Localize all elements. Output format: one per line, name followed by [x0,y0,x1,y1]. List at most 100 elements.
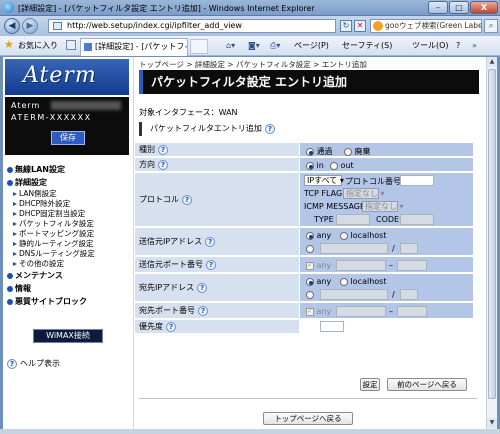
help-icon[interactable]: ? [198,305,208,316]
icmp-code-input[interactable] [400,214,434,225]
dst-port-any-checkbox[interactable]: any [306,307,331,316]
priority-input[interactable] [320,321,344,332]
radio-selected-icon[interactable] [306,161,314,170]
safety-menu[interactable]: セーフティ(S) [342,40,392,52]
src-ip-mask-input[interactable] [400,243,418,254]
scroll-down-icon[interactable]: ▼ [487,418,497,428]
help-display[interactable]: ? ヘルプ表示 [7,358,60,369]
dash: – [389,307,393,316]
radio-icon[interactable] [340,231,348,240]
help-icon[interactable]: ? [206,259,216,270]
icmp-message-select[interactable]: 指定なし ▾ [362,201,404,212]
menu-item[interactable]: メンテナンス [7,270,131,282]
radio-icon[interactable] [306,290,314,299]
dst-ip-localhost-radio[interactable]: localhost [340,277,386,286]
tools-menu[interactable]: ツール(O) [412,40,449,52]
direction-in-radio[interactable]: in [306,161,324,170]
help-icon[interactable]: ? [197,282,208,293]
stop-icon[interactable]: ✕ [354,20,366,32]
src-port-end-input[interactable] [397,260,427,271]
help-icon[interactable]: ? [182,194,192,205]
menu-item-label: パケットフィルタ設定 [19,219,94,228]
quick-tabs-icon[interactable] [66,40,76,50]
icmp-type-input[interactable] [336,214,370,225]
radio-selected-icon[interactable] [306,147,314,156]
menu-subitem[interactable]: パケットフィルタ設定 [7,219,131,229]
menu-subitem[interactable]: 静的ルーティング設定 [7,239,131,249]
home-icon[interactable]: ⌂▾ [226,40,235,52]
close-button[interactable]: X [470,1,498,14]
back-page-button[interactable]: 前のページへ戻る [387,378,467,391]
save-button[interactable]: 保存 [51,131,85,145]
new-tab-button[interactable] [190,39,208,54]
favorites-star-icon[interactable]: ★ [4,39,16,51]
radio-icon[interactable] [306,244,314,253]
menu-item[interactable]: 情報 [7,283,131,295]
dst-ip-mask-input[interactable] [400,289,418,300]
dst-port-start-input[interactable] [336,306,386,317]
tcp-flag-select[interactable]: 指定なし ▾ [343,188,385,199]
help-icon[interactable]: ? [205,236,216,247]
wimax-connect-button[interactable]: WiMAX接続 [33,329,103,343]
dst-port-end-input[interactable] [397,306,427,317]
radio-icon[interactable] [330,161,338,170]
top-page-button[interactable]: トップページへ戻る [263,412,353,425]
help-icon[interactable]: ? [158,144,168,155]
menu-subitem[interactable]: LAN側設定 [7,189,131,199]
refresh-icon[interactable]: ↻ [340,20,352,32]
dst-ip-input[interactable] [320,289,388,300]
print-icon[interactable]: ⎙▾ [270,40,280,52]
menu-subitem[interactable]: その他の設定 [7,259,131,269]
model-box: Aterm ATERM-XXXXXX 保存 [5,97,129,155]
feeds-icon[interactable]: ◙▾ [248,40,260,52]
checkbox-icon[interactable] [306,261,314,270]
search-icon[interactable]: ⌕ [484,19,498,33]
url-input[interactable]: http://web.setup/index.cgi/ipfilter_add_… [48,19,336,33]
src-ip-input[interactable] [320,243,388,254]
src-ip-localhost-radio[interactable]: localhost [340,231,386,240]
favorites-button[interactable]: お気に入り [18,40,58,51]
chevron-right-icon[interactable]: » [472,40,477,52]
radio-selected-icon[interactable] [306,277,314,286]
menu-subitem[interactable]: DHCP固定割当設定 [7,209,131,219]
help-icon[interactable]: ? [166,321,176,332]
browser-tab[interactable]: [詳細設定] - [パケットフィルタ... [80,38,188,56]
row-value: 通過 廃棄 [300,143,473,157]
menu-subitem[interactable]: DHCP除外設定 [7,199,131,209]
maximize-button[interactable]: □ [449,1,469,14]
radio-icon[interactable] [340,277,348,286]
menu-subitem[interactable]: DNSルーティング設定 [7,249,131,259]
menu-item[interactable]: 詳細設定 [7,177,131,189]
forward-arrow-icon[interactable]: ▶ [22,18,38,34]
dst-ip-any-radio[interactable]: any [306,277,331,286]
menu-item[interactable]: 無線LAN設定 [7,164,131,176]
checkbox-icon[interactable] [306,307,314,316]
type-discard-radio[interactable]: 廃棄 [344,146,371,157]
triangle-icon [13,202,17,206]
vertical-scrollbar[interactable]: ▲ ▼ [486,57,497,429]
help-menu[interactable]: ? [456,40,460,52]
menu-subitem[interactable]: ポートマッピング設定 [7,229,131,239]
src-port-start-input[interactable] [336,260,386,271]
help-icon[interactable]: ? [264,123,275,134]
src-port-any-checkbox[interactable]: any [306,261,331,270]
src-ip-custom-radio[interactable] [306,244,314,253]
protocol-number-input[interactable] [400,175,434,186]
minimize-button[interactable]: – [428,1,448,14]
page-menu[interactable]: ページ(P) [294,40,329,52]
back-arrow-icon[interactable]: ◀ [4,18,20,34]
radio-selected-icon[interactable] [306,231,314,240]
radio-icon[interactable] [344,147,352,156]
menu-item[interactable]: 悪質サイトブロック [7,296,131,308]
set-button[interactable]: 設定 [360,378,380,391]
dst-ip-custom-radio[interactable] [306,290,314,299]
protocol-select[interactable]: IPすべて ▾ [304,175,344,186]
scroll-thumb[interactable] [488,69,496,399]
type-pass-radio[interactable]: 通過 [306,146,333,157]
row-src-ip: 送信元IPアドレス? any localhost / [135,228,473,256]
search-input[interactable]: gooウェブ検索(Green Label) [370,19,482,33]
direction-out-radio[interactable]: out [330,161,354,170]
help-icon[interactable]: ? [158,159,168,170]
scroll-up-icon[interactable]: ▲ [487,57,497,67]
src-ip-any-radio[interactable]: any [306,231,331,240]
